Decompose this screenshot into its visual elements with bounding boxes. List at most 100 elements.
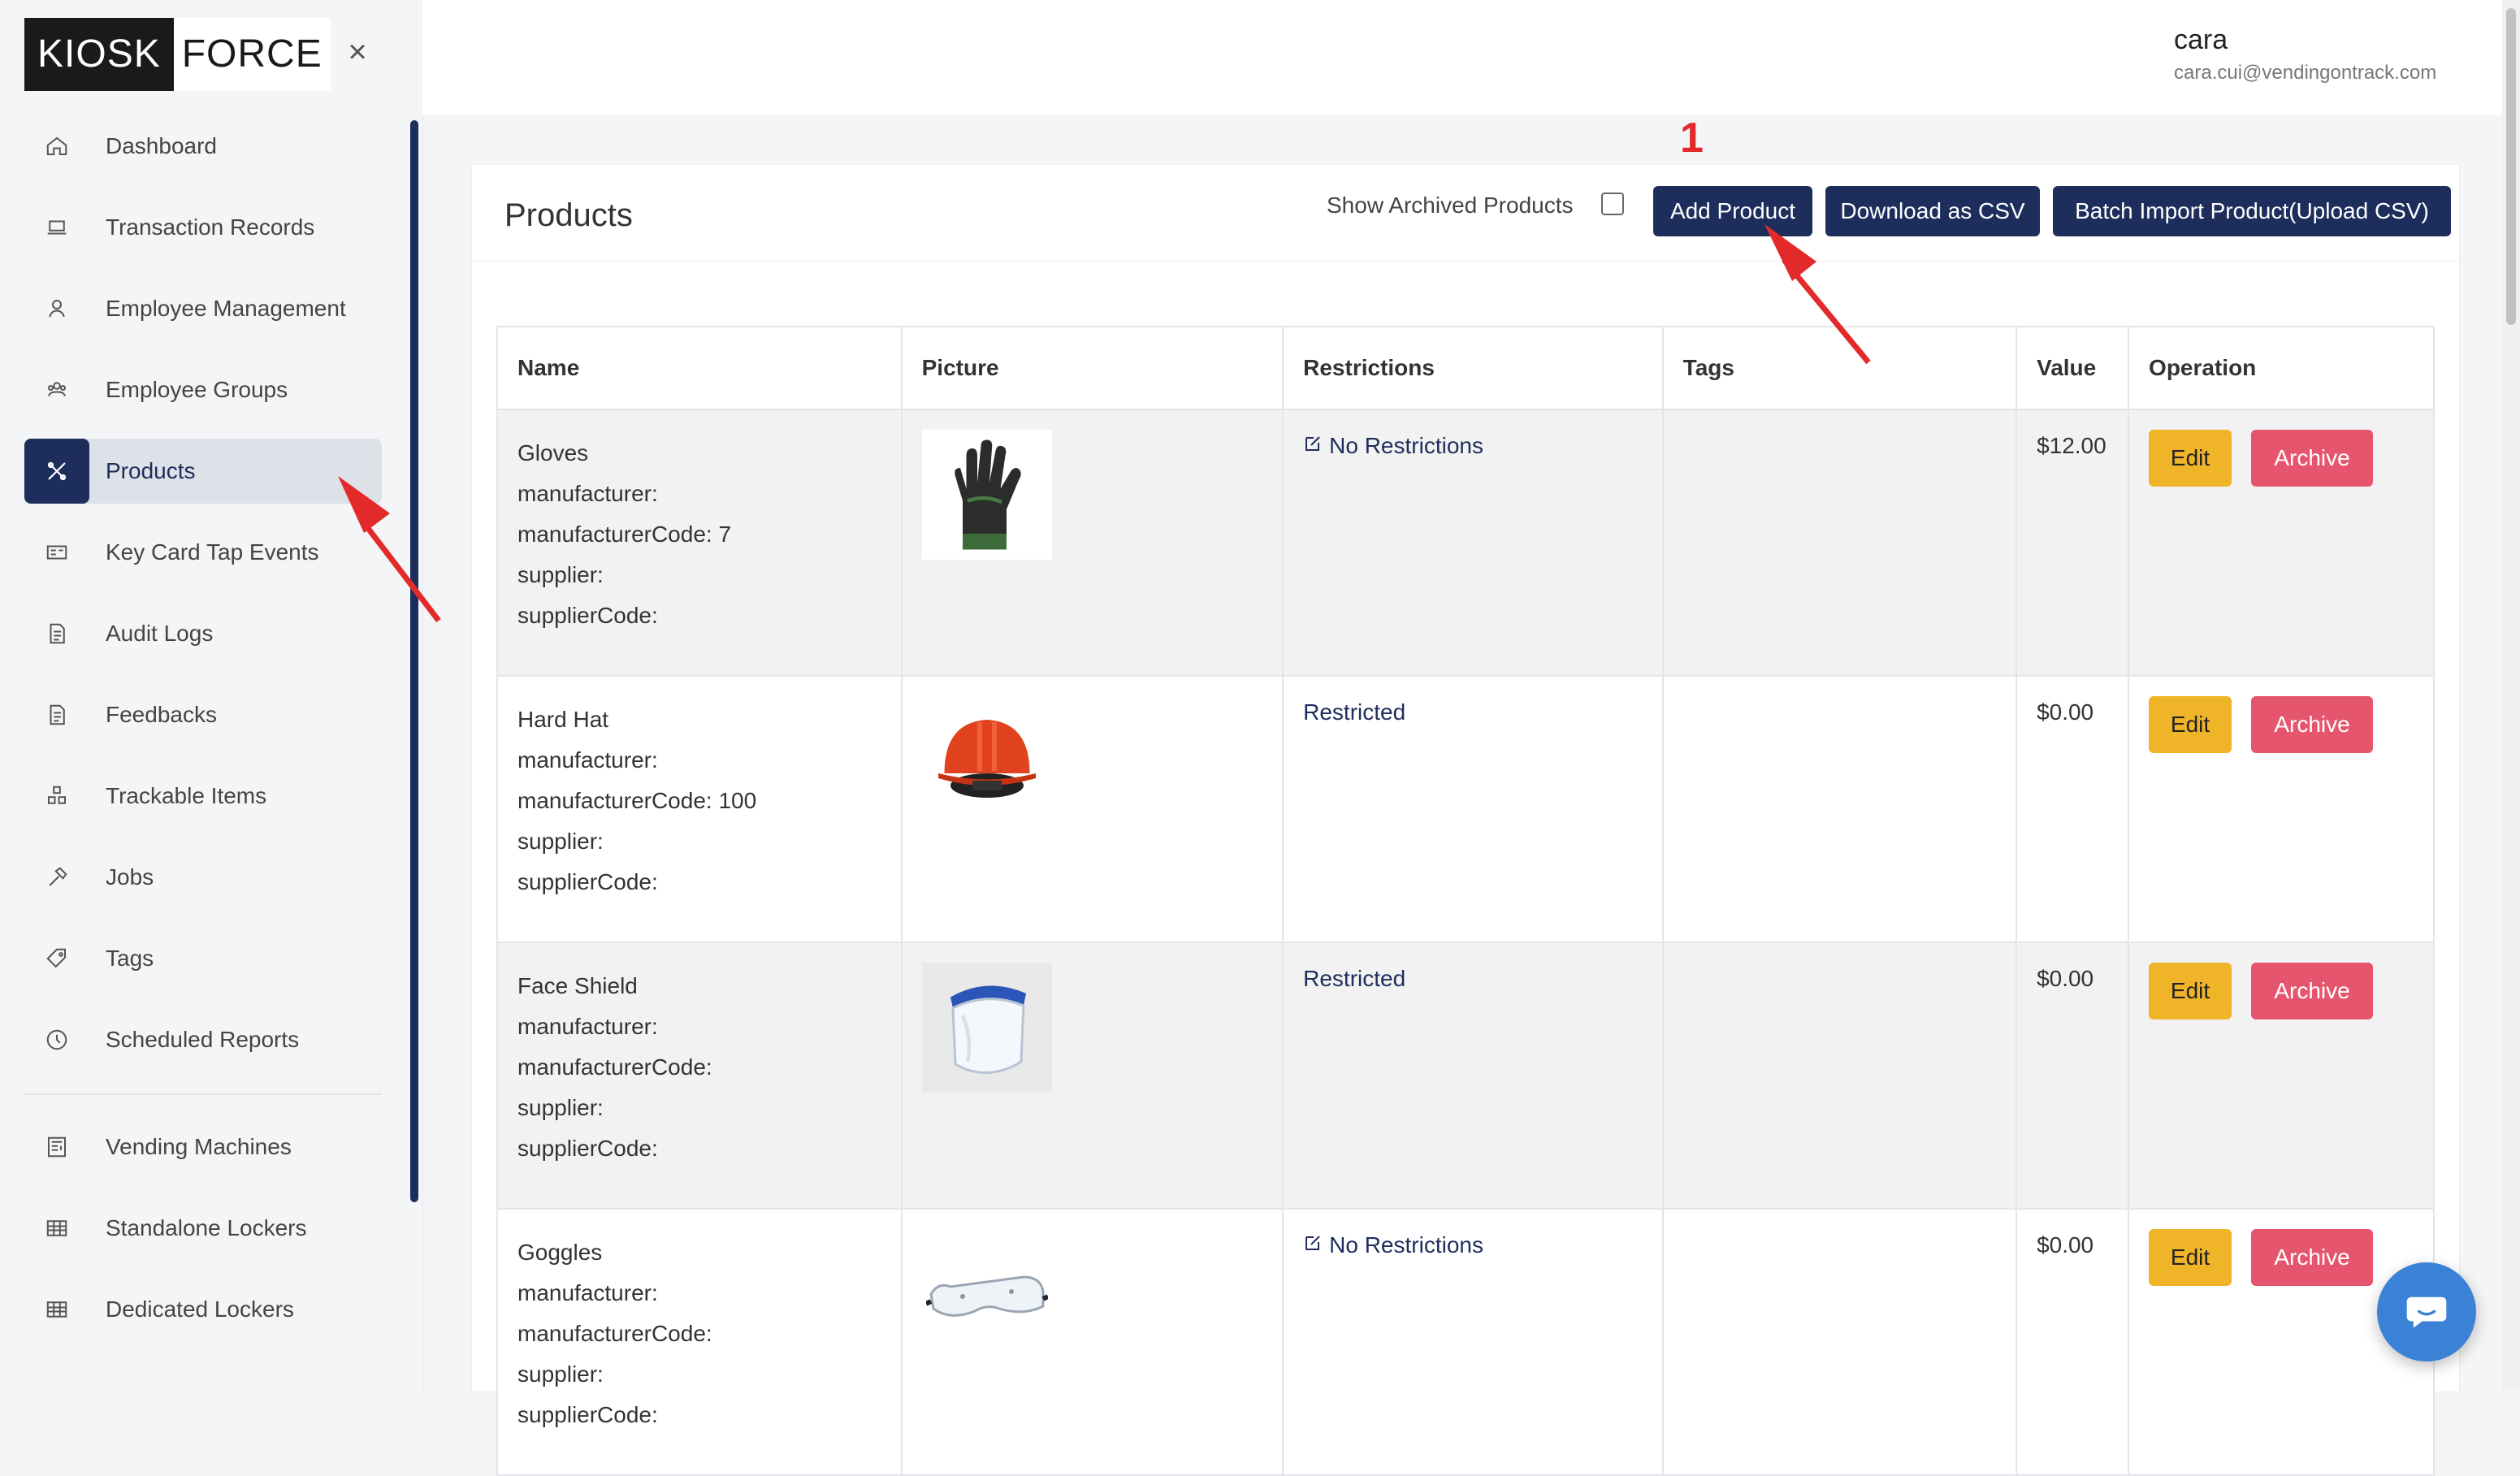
page-scrollbar-thumb[interactable] [2506, 8, 2516, 325]
product-name: Hard Hat [517, 707, 609, 732]
sidebar-divider [24, 1093, 382, 1095]
sidebar-item-label: Standalone Lockers [106, 1215, 307, 1240]
product-image-face-shield [921, 963, 1052, 1093]
restriction-link[interactable]: No Restrictions [1303, 433, 1643, 459]
grid-icon [24, 1277, 89, 1342]
page-scrollbar[interactable] [2502, 0, 2520, 1391]
product-image-gloves [921, 430, 1052, 560]
archive-button[interactable]: Archive [2251, 1229, 2374, 1286]
sidebar-item-label: Feedbacks [106, 702, 217, 727]
download-csv-button[interactable]: Download as CSV [1825, 186, 2040, 236]
products-table: Name Picture Restrictions Tags Value Ope… [496, 326, 2435, 1476]
cell-name: Face Shield manufacturer: manufacturerCo… [496, 941, 903, 1210]
table-row: Face Shield manufacturer: manufacturerCo… [496, 941, 2435, 1210]
hammer-icon [24, 845, 89, 910]
sidebar-item-scheduled-reports[interactable]: Scheduled Reports [24, 1007, 382, 1072]
edit-button[interactable]: Edit [2149, 430, 2232, 487]
cell-restrictions: Restricted [1282, 941, 1664, 1210]
restriction-label: Restricted [1303, 699, 1406, 725]
annotation-step-number: 1 [1680, 115, 1704, 162]
sidebar-item-employee-groups[interactable]: Employee Groups [24, 357, 382, 422]
kioskforce-logo[interactable]: KIOSK FORCE [24, 18, 331, 91]
column-header-name[interactable]: Name [496, 326, 903, 410]
cell-name: Goggles manufacturer: manufacturerCode: … [496, 1208, 903, 1476]
id-card-icon [24, 520, 89, 585]
sidebar-item-label: Employee Groups [106, 377, 288, 402]
table-row: Goggles manufacturer: manufacturerCode: … [496, 1208, 2435, 1476]
sidebar-item-label: Trackable Items [106, 783, 267, 808]
product-supplier-code: supplierCode: [517, 869, 658, 894]
chat-widget-button[interactable] [2377, 1262, 2476, 1361]
sidebar-item-dashboard[interactable]: Dashboard [24, 114, 382, 179]
restriction-label: No Restrictions [1329, 433, 1483, 458]
sidebar-item-feedbacks[interactable]: Feedbacks [24, 682, 382, 747]
product-manufacturer: manufacturer: [517, 481, 658, 506]
edit-square-icon [1303, 433, 1323, 459]
edit-button[interactable]: Edit [2149, 963, 2232, 1019]
grid-icon [24, 1196, 89, 1261]
column-header-operation[interactable]: Operation [2128, 326, 2435, 410]
product-manufacturer-code: manufacturerCode: 100 [517, 788, 757, 813]
column-header-picture[interactable]: Picture [900, 326, 1284, 410]
product-supplier: supplier: [517, 1095, 604, 1120]
sidebar-item-dedicated-lockers[interactable]: Dedicated Lockers [24, 1277, 382, 1342]
cell-restrictions: Restricted [1282, 675, 1664, 943]
close-sidebar-icon[interactable]: × [341, 36, 374, 68]
cell-value: $0.00 [2016, 941, 2130, 1210]
vending-icon [24, 1115, 89, 1180]
archive-button[interactable]: Archive [2251, 430, 2374, 487]
sidebar-item-products[interactable]: Products [24, 439, 382, 504]
user-name[interactable]: cara [2174, 24, 2228, 56]
product-supplier-code: supplierCode: [517, 1402, 658, 1427]
edit-button[interactable]: Edit [2149, 1229, 2232, 1286]
sidebar-item-employee-management[interactable]: Employee Management [24, 276, 382, 341]
sidebar-item-transaction-records[interactable]: Transaction Records [24, 195, 382, 260]
show-archived-checkbox[interactable] [1601, 193, 1624, 215]
restriction-label: No Restrictions [1329, 1232, 1483, 1257]
sidebar-scrollbar[interactable] [410, 120, 418, 1202]
sidebar-item-label: Transaction Records [106, 214, 315, 240]
add-product-button[interactable]: Add Product [1653, 186, 1812, 236]
product-supplier-code: supplierCode: [517, 1136, 658, 1161]
sidebar-nav: Dashboard Transaction Records Employee M… [24, 114, 382, 1358]
user-email: cara.cui@vendingontrack.com [2174, 62, 2437, 84]
column-header-restrictions[interactable]: Restrictions [1282, 326, 1664, 410]
sidebar-item-label: Tags [106, 946, 154, 971]
product-supplier-code: supplierCode: [517, 603, 658, 628]
sidebar-item-audit-logs[interactable]: Audit Logs [24, 601, 382, 666]
edit-button[interactable]: Edit [2149, 696, 2232, 753]
sidebar-item-trackable-items[interactable]: Trackable Items [24, 764, 382, 829]
restriction-link[interactable]: Restricted [1303, 966, 1643, 992]
sidebar-item-key-card-tap-events[interactable]: Key Card Tap Events [24, 520, 382, 585]
product-image-hard-hat [921, 696, 1052, 826]
cell-name: Hard Hat manufacturer: manufacturerCode:… [496, 675, 903, 943]
archive-button[interactable]: Archive [2251, 963, 2374, 1019]
sidebar-item-label: Jobs [106, 864, 154, 889]
column-header-value[interactable]: Value [2016, 326, 2130, 410]
cell-tags [1661, 1208, 2018, 1476]
product-manufacturer-code: manufacturerCode: [517, 1054, 712, 1080]
archive-button[interactable]: Archive [2251, 696, 2374, 753]
cell-picture [900, 409, 1284, 677]
batch-import-button[interactable]: Batch Import Product(Upload CSV) [2053, 186, 2451, 236]
product-manufacturer-code: manufacturerCode: 7 [517, 522, 732, 547]
cell-picture [900, 675, 1284, 943]
restriction-link[interactable]: No Restrictions [1303, 1232, 1643, 1258]
tools-icon [24, 439, 89, 504]
sidebar-item-standalone-lockers[interactable]: Standalone Lockers [24, 1196, 382, 1261]
sidebar-item-vending-machines[interactable]: Vending Machines [24, 1115, 382, 1180]
cell-restrictions: No Restrictions [1282, 409, 1664, 677]
cell-tags [1661, 409, 2018, 677]
product-manufacturer: manufacturer: [517, 1014, 658, 1039]
tag-icon [24, 926, 89, 991]
sidebar-item-label: Employee Management [106, 296, 346, 321]
column-header-tags[interactable]: Tags [1661, 326, 2018, 410]
restriction-link[interactable]: Restricted [1303, 699, 1643, 725]
cell-name: Gloves manufacturer: manufacturerCode: 7… [496, 409, 903, 677]
sidebar-item-jobs[interactable]: Jobs [24, 845, 382, 910]
document-icon [24, 601, 89, 666]
edit-square-icon [1303, 1232, 1323, 1258]
restriction-label: Restricted [1303, 966, 1406, 991]
sidebar-item-tags[interactable]: Tags [24, 926, 382, 991]
cell-operation: Edit Archive [2128, 941, 2435, 1210]
